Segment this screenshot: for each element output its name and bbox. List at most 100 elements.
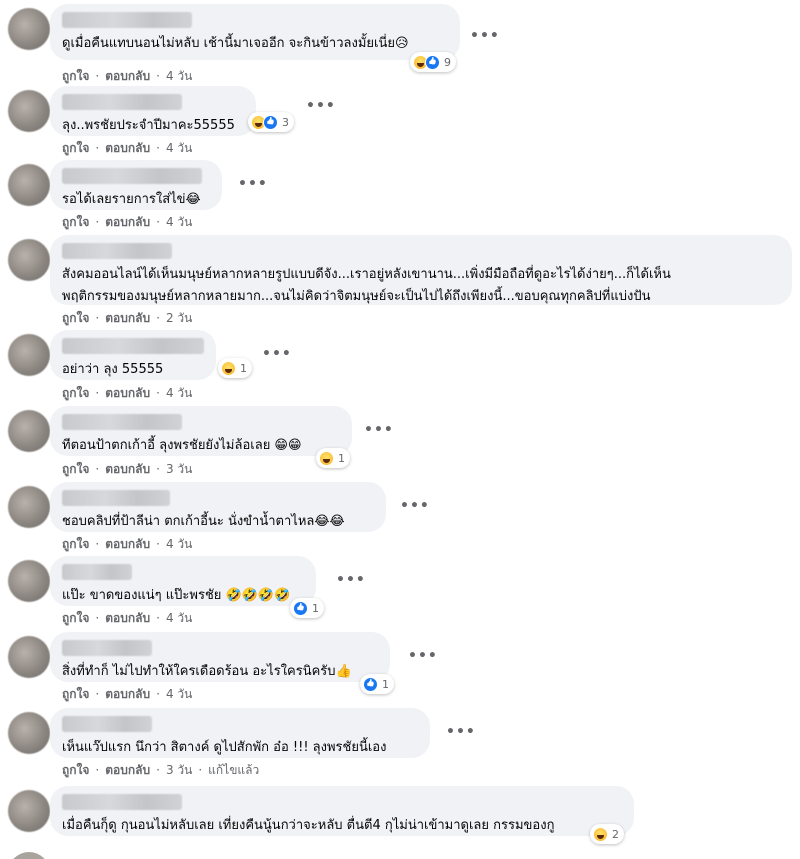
avatar[interactable]: [8, 8, 50, 50]
comment-actions: ถูกใจ · ตอบกลับ · 4 วัน: [62, 67, 192, 86]
comment-bubble: เมื่อคืนกุ็ดู กุนอนไม่หลับเลย เที่ยงคืนน…: [50, 786, 634, 836]
reaction-summary[interactable]: 1: [360, 674, 394, 694]
comment-bubble: สังคมออนไลน์ได้เห็นมนุษย์หลากหลายรูปแบบด…: [50, 235, 792, 305]
commenter-name-redacted[interactable]: [62, 716, 152, 732]
more-options-button[interactable]: •••: [336, 572, 366, 588]
next-comment-avatar-partial[interactable]: [8, 852, 50, 859]
more-options-button[interactable]: •••: [470, 28, 500, 44]
like-link[interactable]: ถูกใจ: [62, 611, 89, 625]
separator: ·: [95, 69, 100, 83]
avatar[interactable]: [8, 560, 50, 602]
reply-link[interactable]: ตอบกลับ: [105, 311, 150, 325]
commenter-name-redacted[interactable]: [62, 168, 202, 184]
reaction-summary[interactable]: 2: [590, 824, 624, 844]
comment-bubble: เห็นแว๊ปแรก นึกว่า สิตางค์ ดูไปสักพัก อ๋…: [50, 708, 430, 758]
commenter-name-redacted[interactable]: [62, 338, 204, 354]
separator: ·: [156, 69, 160, 83]
timestamp[interactable]: 4 วัน: [166, 69, 192, 83]
more-options-button[interactable]: •••: [400, 498, 430, 514]
commenter-name-redacted[interactable]: [62, 414, 182, 430]
reply-link[interactable]: ตอบกลับ: [105, 611, 150, 625]
like-link[interactable]: ถูกใจ: [62, 311, 89, 325]
like-link[interactable]: ถูกใจ: [62, 763, 89, 777]
more-options-button[interactable]: •••: [262, 346, 292, 362]
reply-link[interactable]: ตอบกลับ: [105, 69, 150, 83]
separator: ·: [156, 311, 160, 325]
reaction-summary[interactable]: 3: [248, 112, 294, 132]
reply-link[interactable]: ตอบกลับ: [105, 141, 150, 155]
reply-link[interactable]: ตอบกลับ: [105, 215, 150, 229]
haha-reaction-icon: [221, 360, 236, 376]
avatar[interactable]: [8, 239, 50, 281]
comment-text: ลุง..พรชัยประจำปีมาคะ55555: [62, 118, 235, 133]
reaction-summary[interactable]: 1: [290, 598, 324, 618]
commenter-name-redacted[interactable]: [62, 243, 172, 259]
comment-actions: ถูกใจ · ตอบกลับ · 4 วัน: [62, 139, 192, 158]
avatar[interactable]: [8, 486, 50, 528]
like-link[interactable]: ถูกใจ: [62, 215, 89, 229]
commenter-name-redacted[interactable]: [62, 564, 132, 580]
comment-actions: ถูกใจ · ตอบกลับ · 4 วัน: [62, 609, 192, 628]
haha-reaction-icon: [593, 826, 608, 842]
timestamp[interactable]: 4 วัน: [166, 687, 192, 701]
more-options-button[interactable]: •••: [364, 422, 394, 438]
separator: ·: [95, 687, 100, 701]
timestamp[interactable]: 4 วัน: [166, 611, 192, 625]
like-link[interactable]: ถูกใจ: [62, 386, 89, 400]
comment-actions: ถูกใจ · ตอบกลับ · 4 วัน: [62, 213, 192, 232]
timestamp[interactable]: 4 วัน: [166, 386, 192, 400]
more-options-button[interactable]: •••: [306, 98, 336, 114]
reply-link[interactable]: ตอบกลับ: [105, 537, 150, 551]
avatar[interactable]: [8, 636, 50, 678]
comment-bubble: สิ่งที่ทำก็ ไม่ไปทำให้ใครเดือดร้อน อะไรใ…: [50, 632, 390, 682]
timestamp[interactable]: 4 วัน: [166, 537, 192, 551]
avatar[interactable]: [8, 334, 50, 376]
reaction-summary[interactable]: 9: [410, 52, 456, 72]
comment-text: เห็นแว๊ปแรก นึกว่า สิตางค์ ดูไปสักพัก อ๋…: [62, 740, 387, 755]
separator: ·: [156, 141, 160, 155]
more-options-button[interactable]: •••: [408, 648, 438, 664]
like-link[interactable]: ถูกใจ: [62, 687, 89, 701]
commenter-name-redacted[interactable]: [62, 794, 182, 810]
like-link[interactable]: ถูกใจ: [62, 141, 89, 155]
commenter-name-redacted[interactable]: [62, 640, 152, 656]
avatar[interactable]: [8, 164, 50, 206]
edited-label[interactable]: แก้ไขแล้ว: [208, 763, 259, 777]
reaction-count: 3: [282, 115, 289, 129]
comment-actions: ถูกใจ · ตอบกลับ · 4 วัน: [62, 535, 192, 554]
like-link[interactable]: ถูกใจ: [62, 462, 89, 476]
separator: ·: [156, 462, 160, 476]
more-options-button[interactable]: •••: [238, 176, 268, 192]
timestamp[interactable]: 2 วัน: [166, 311, 192, 325]
reaction-summary[interactable]: 1: [218, 358, 252, 378]
timestamp[interactable]: 4 วัน: [166, 215, 192, 229]
avatar[interactable]: [8, 90, 50, 132]
reaction-count: 1: [338, 451, 345, 465]
commenter-name-redacted[interactable]: [62, 490, 170, 506]
reaction-summary[interactable]: 1: [316, 448, 350, 468]
comment-text: แป๊ะ ขาดของแน่ๆ แป๊ะพรชัย 🤣🤣🤣🤣: [62, 588, 291, 603]
timestamp[interactable]: 3 วัน: [166, 462, 192, 476]
comment-text: ดูเมื่อคืนแทบนอนไม่หลับ เช้านี้มาเจออีก …: [62, 36, 409, 51]
avatar[interactable]: [8, 410, 50, 452]
separator: ·: [95, 611, 100, 625]
more-options-button[interactable]: •••: [446, 724, 476, 740]
comment-bubble: ดูเมื่อคืนแทบนอนไม่หลับ เช้านี้มาเจออีก …: [50, 4, 460, 60]
commenter-name-redacted[interactable]: [62, 94, 182, 110]
separator: ·: [95, 311, 100, 325]
separator: ·: [95, 462, 100, 476]
reply-link[interactable]: ตอบกลับ: [105, 386, 150, 400]
reply-link[interactable]: ตอบกลับ: [105, 763, 150, 777]
avatar[interactable]: [8, 712, 50, 754]
timestamp[interactable]: 3 วัน: [166, 763, 192, 777]
timestamp[interactable]: 4 วัน: [166, 141, 192, 155]
reply-link[interactable]: ตอบกลับ: [105, 687, 150, 701]
commenter-name-redacted[interactable]: [62, 12, 192, 28]
avatar[interactable]: [8, 790, 50, 832]
comment-bubble: ชอบคลิปที่ป้าลีน่า ตกเก้าอี้นะ นั่งขำน้ำ…: [50, 482, 386, 532]
like-link[interactable]: ถูกใจ: [62, 537, 89, 551]
like-link[interactable]: ถูกใจ: [62, 69, 89, 83]
separator: ·: [95, 537, 100, 551]
reply-link[interactable]: ตอบกลับ: [105, 462, 150, 476]
comment-bubble: ทีตอนป้าตกเก้าอี้ ลุงพรชัยยังไม่ล้อเลย 😁…: [50, 406, 352, 456]
